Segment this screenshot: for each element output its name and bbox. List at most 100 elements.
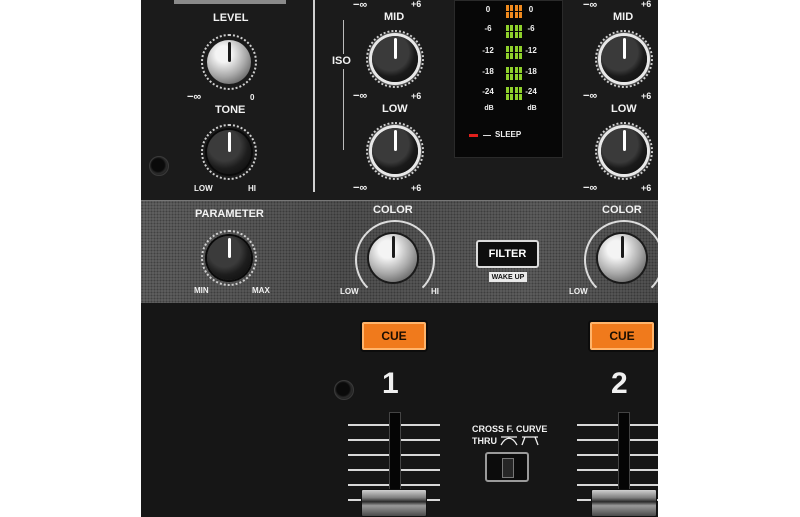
ch1-low-knob[interactable] <box>366 122 424 180</box>
parameter-label: PARAMETER <box>195 208 264 220</box>
ch2-mid-max: +6 <box>641 91 652 101</box>
cue-button-ch2[interactable]: CUE <box>590 322 654 350</box>
level-label: LEVEL <box>213 12 249 24</box>
meter-led-segment <box>506 12 509 18</box>
meter-led-segment <box>510 46 513 52</box>
ch1-mid-knob[interactable] <box>366 30 424 88</box>
meter-led-segment <box>510 67 513 73</box>
level-meter: 0 0 -6 -6 -12 -12 -18 -18 -24 -24 dB dB … <box>454 0 563 158</box>
crossfader-curve-label: CROSS F. CURVE <box>472 424 548 434</box>
meter-led-segment <box>515 32 518 38</box>
meter-led-segment <box>506 94 509 100</box>
color1-knob-pointer <box>391 236 395 258</box>
meter-led-segment <box>515 25 518 31</box>
meter-scale-0-right: 0 <box>528 5 534 14</box>
ch1-low-knob-pointer <box>393 130 397 151</box>
filter-button[interactable]: FILTER <box>476 240 539 268</box>
meter-unit-left: dB <box>484 105 494 112</box>
meter-led-segment <box>519 87 522 93</box>
meter-scale-18-left: -18 <box>482 67 494 76</box>
tone-knob-pointer <box>227 132 231 152</box>
meter-led-segment <box>519 5 522 11</box>
meter-led-segment <box>519 12 522 18</box>
meter-led-segment <box>519 94 522 100</box>
tone-max: HI <box>248 184 256 193</box>
meter-led-segment <box>510 32 513 38</box>
meter-led-segment <box>515 67 518 73</box>
meter-led-segment <box>510 74 513 80</box>
meter-led-segment <box>515 74 518 80</box>
meter-scale-6-left: -6 <box>484 24 492 33</box>
crossfader-curve-switch-thumb[interactable] <box>502 458 514 478</box>
ch2-mid-knob-pointer <box>622 38 626 59</box>
meter-led-segment <box>515 87 518 93</box>
sleep-dash <box>483 135 491 136</box>
meter-led-segment <box>506 53 509 59</box>
ch2-low-knob-pointer <box>622 130 626 151</box>
curve-smooth-icon <box>500 436 518 446</box>
meter-led-segment <box>519 67 522 73</box>
color2-knob[interactable] <box>598 234 646 282</box>
parameter-knob[interactable] <box>201 230 257 286</box>
meter-led-segment <box>515 53 518 59</box>
meter-scale-24-right: -24 <box>525 87 537 96</box>
ch1-low-max: +6 <box>411 183 422 193</box>
curve-sharp-icon <box>521 436 539 446</box>
ch2-mid-knob[interactable] <box>595 30 653 88</box>
cue-button-ch1[interactable]: CUE <box>362 322 426 350</box>
ch1-mid-max: +6 <box>411 91 422 101</box>
ch2-mid-min: −∞ <box>583 90 598 102</box>
level-knob-pointer <box>227 42 231 62</box>
meter-scale-24-left: -24 <box>482 87 494 96</box>
ch2-low-label: LOW <box>611 103 637 115</box>
meter-scale-0-left: 0 <box>485 5 491 14</box>
sleep-led <box>469 134 478 137</box>
ch2-low-min: −∞ <box>583 182 598 194</box>
level-min: −∞ <box>187 91 202 103</box>
sleep-label: SLEEP <box>495 130 522 139</box>
level-knob[interactable] <box>201 34 257 90</box>
meter-led-segment <box>519 74 522 80</box>
ch2-fader-knob[interactable] <box>591 489 657 517</box>
meter-led-segment <box>519 53 522 59</box>
meter-led-segment <box>519 32 522 38</box>
meter-led-segment <box>506 67 509 73</box>
parameter-max: MAX <box>252 286 270 295</box>
ch1-mid-label: MID <box>384 11 405 23</box>
ch1-hi-min: −∞ <box>353 0 368 11</box>
crossfader-curve-switch[interactable] <box>485 452 529 482</box>
meter-unit-right: dB <box>527 105 537 112</box>
tone-min: LOW <box>194 184 213 193</box>
level-max: 0 <box>250 93 255 102</box>
tone-knob[interactable] <box>201 124 257 180</box>
meter-led-segment <box>515 12 518 18</box>
ch2-mid-label: MID <box>613 11 634 23</box>
iso-bracket <box>343 20 344 150</box>
meter-scale-18-right: -18 <box>525 67 537 76</box>
ch1-hi-max: +6 <box>411 0 422 9</box>
meter-led-segment <box>519 25 522 31</box>
meter-scale-12-right: -12 <box>525 46 537 55</box>
meter-led-segment <box>506 87 509 93</box>
channel-1-number: 1 <box>382 367 399 400</box>
ch1-fader-knob[interactable] <box>361 489 427 517</box>
ch2-low-knob[interactable] <box>595 122 653 180</box>
ch1-low-label: LOW <box>382 103 408 115</box>
ch1-mid-knob-pointer <box>393 38 397 59</box>
meter-led-segment <box>506 32 509 38</box>
top-trim <box>174 0 286 4</box>
meter-led-segment <box>506 74 509 80</box>
iso-label: ISO <box>332 54 351 69</box>
parameter-knob-pointer <box>227 238 231 258</box>
meter-led-segment <box>510 53 513 59</box>
meter-led-segment <box>510 12 513 18</box>
mount-hole <box>149 156 169 176</box>
meter-led-segment <box>510 87 513 93</box>
meter-scale-6-right: -6 <box>527 24 535 33</box>
meter-led-segment <box>506 25 509 31</box>
meter-led-segment <box>510 5 513 11</box>
curve-icons <box>500 436 539 446</box>
section-divider <box>313 0 315 192</box>
color1-knob[interactable] <box>369 234 417 282</box>
color2-label: COLOR <box>602 204 642 216</box>
